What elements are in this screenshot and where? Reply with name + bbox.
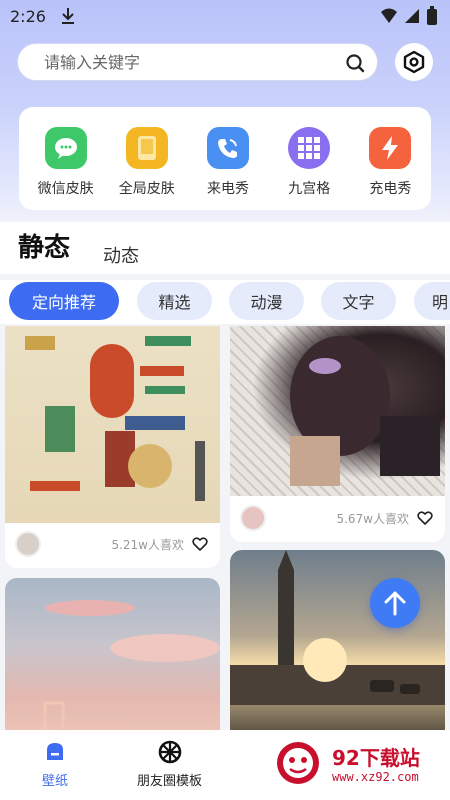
watermark-logo: 92下载站 www.xz92.com [270,738,446,794]
likes-count: 5.21w人喜欢 [111,537,184,552]
category-chips: 定向推荐 精选 动漫 文字 明 [0,280,450,324]
tab-static[interactable]: 静态 [18,227,70,264]
phone-skin-icon [125,127,168,169]
wallpaper-card[interactable]: 5.21w人喜欢 [5,326,220,568]
bottom-nav: 壁纸 朋友圈模板 92下载站 www.xz92.com [0,730,450,800]
heart-icon[interactable] [192,536,208,552]
wifi-icon [381,8,397,23]
aperture-icon [158,740,181,764]
arrow-up-icon [384,591,406,616]
feature-nine-grid[interactable]: 九宫格 [269,127,350,210]
wallpaper-art [25,336,205,501]
wallpaper-card[interactable]: 5.67w人喜欢 [230,326,445,542]
section-tabs: 静态 动态 [0,222,450,274]
feature-card: 微信皮肤 全局皮肤 来电秀 九宫格 充电秀 [19,107,431,210]
battery-icon [427,6,437,25]
feature-label: 全局皮肤 [118,181,175,197]
wallpaper-image[interactable] [230,326,445,496]
feature-charge-show[interactable]: 充电秀 [350,127,431,210]
chip-featured[interactable]: 精选 [137,282,212,320]
watermark-mascot-icon [277,742,319,784]
chip-anime[interactable]: 动漫 [229,282,304,320]
phone-call-icon [207,127,249,169]
wallpaper-card[interactable] [5,578,220,730]
nav-wallpaper[interactable]: 壁纸 [42,740,68,789]
search-input[interactable] [44,52,324,72]
wallpaper-image[interactable] [5,578,220,730]
lightning-icon [369,127,412,169]
settings-button[interactable] [395,43,433,81]
watermark-title: 92下载站 [332,746,420,770]
signal-icon [405,9,419,23]
feature-label: 微信皮肤 [37,181,94,197]
nav-moments-template[interactable]: 朋友圈模板 [137,740,202,789]
chat-icon [44,127,87,169]
wallpaper-art [290,336,440,486]
nav-label: 壁纸 [42,774,69,789]
watermark-url: www.xz92.com [332,770,419,784]
tab-dynamic[interactable]: 动态 [103,242,139,268]
feature-global-skin[interactable]: 全局皮肤 [106,127,187,210]
wallpaper-grid: 5.21w人喜欢 5.67w人喜欢 [0,326,450,730]
nav-label: 朋友圈模板 [137,774,203,789]
chip-more[interactable]: 明 [414,282,450,320]
avatar[interactable] [240,505,266,531]
search-row [17,43,437,83]
search-box[interactable] [17,43,378,81]
scroll-top-button[interactable] [370,578,420,628]
status-time: 2:26 [10,6,46,26]
wallpaper-icon [47,743,63,760]
wallpaper-image[interactable] [230,550,445,730]
feature-label: 来电秀 [207,181,249,197]
card-meta: 5.67w人喜欢 [230,494,445,542]
chip-directed-recommend[interactable]: 定向推荐 [9,282,119,320]
wallpaper-art [230,550,445,705]
grid-icon [288,127,331,169]
card-meta: 5.21w人喜欢 [5,520,220,568]
feature-wechat-skin[interactable]: 微信皮肤 [25,127,106,210]
avatar[interactable] [15,531,41,557]
download-icon [60,7,76,25]
wallpaper-card[interactable] [230,550,445,730]
status-bar: 2:26 [0,0,450,32]
chip-text[interactable]: 文字 [321,282,396,320]
heart-icon[interactable] [417,510,433,526]
settings-icon [403,50,425,74]
wallpaper-image[interactable] [5,326,220,523]
feature-label: 充电秀 [369,181,412,197]
wallpaper-art [43,600,220,730]
feature-label: 九宫格 [288,181,331,197]
search-icon[interactable] [345,53,365,73]
feature-call-show[interactable]: 来电秀 [187,127,268,210]
likes-count: 5.67w人喜欢 [336,511,409,526]
